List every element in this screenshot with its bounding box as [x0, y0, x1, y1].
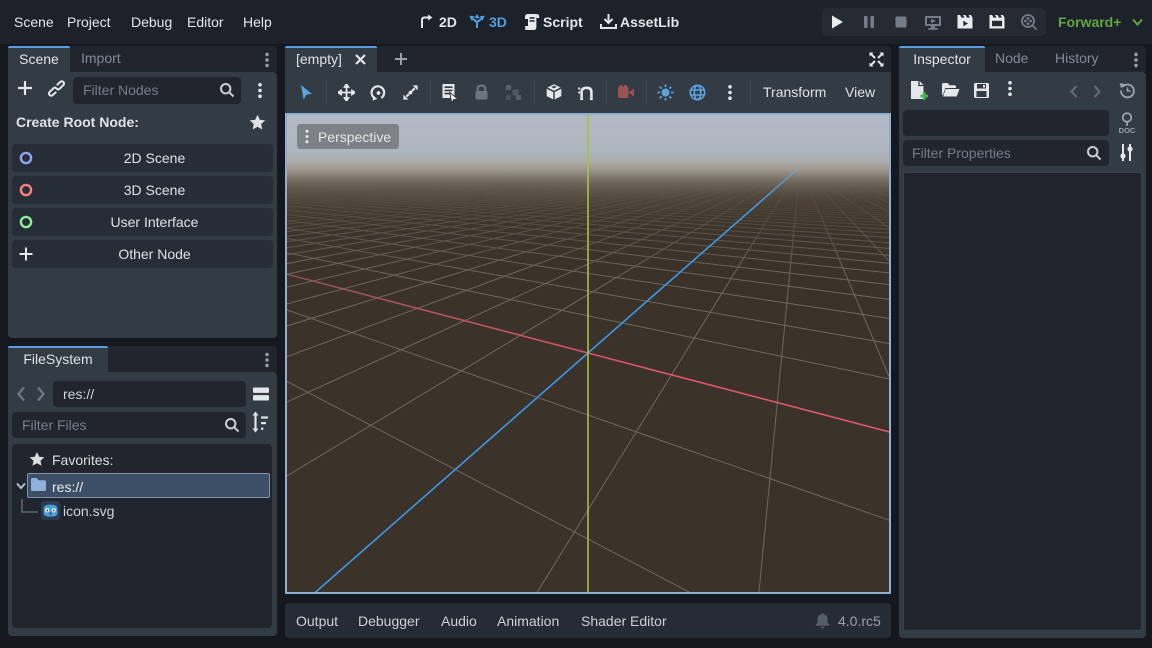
svg-text:DOC: DOC: [1119, 126, 1136, 135]
